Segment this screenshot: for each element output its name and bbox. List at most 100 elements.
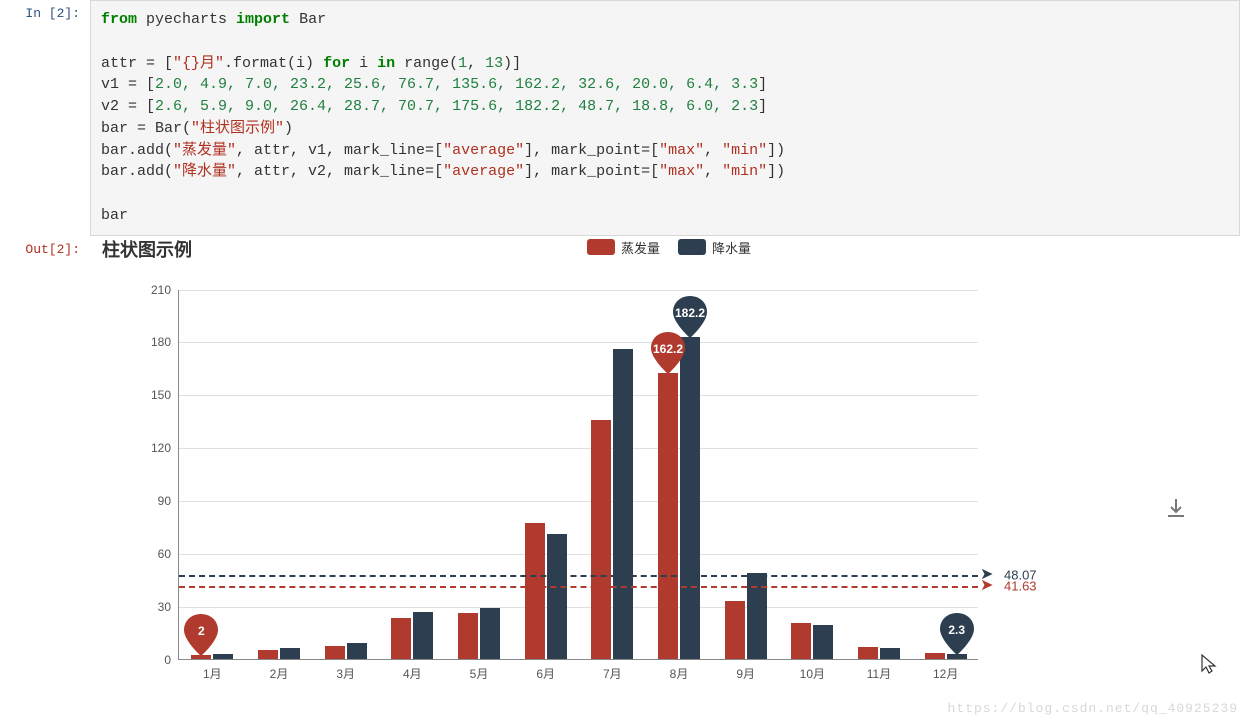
bar-group [258,648,300,658]
bar-series2[interactable] [613,349,633,658]
bar-series2[interactable] [680,337,700,658]
bar-group [591,349,633,658]
code-text: , attr, v2, mark_line=[ [236,163,443,180]
string-literal: "{}月" [173,55,224,72]
legend-swatch-blue [678,239,706,255]
bar-series1[interactable] [325,646,345,658]
code-text: v1 = [ [101,76,155,93]
bar-series2[interactable] [880,648,900,659]
grid-line [179,554,978,555]
legend-swatch-red [587,239,615,255]
bar-series1[interactable] [658,373,678,659]
chart-title: 柱状图示例 [102,236,192,262]
code-text: range( [395,55,458,72]
bar-group [725,573,767,659]
x-tick-label: 6月 [536,665,555,682]
bar-series1[interactable] [591,420,611,659]
string-literal: "average" [443,142,524,159]
code-text: , [467,55,485,72]
bar-series2[interactable] [280,648,300,658]
grid-line [179,607,978,608]
watermark: https://blog.csdn.net/qq_40925239 [948,701,1238,716]
code-text: bar.add( [101,163,173,180]
y-tick-label: 150 [151,388,171,402]
x-tick-label: 11月 [867,665,891,682]
string-literal: "降水量" [173,163,236,180]
x-tick-label: 12月 [933,665,958,682]
kw-in: in [377,55,395,72]
output-cell: Out[2]: 柱状图示例 蒸发量 降水量 030609012015018021… [0,236,1248,720]
code-text: attr = [ [101,55,173,72]
code-text: , attr, v1, mark_line=[ [236,142,443,159]
x-tick-label: 10月 [800,665,825,682]
code-text: , [704,163,722,180]
bar-series2[interactable] [747,573,767,659]
kw-import: import [236,11,290,28]
bar-group [525,523,567,658]
bar-series2[interactable] [480,608,500,659]
in-prompt: In [2]: [0,0,90,21]
code-text: ]) [767,163,785,180]
chart[interactable]: 03060901201501802101月2月3月4月5月6月7月8月9月10月… [98,280,1098,700]
code-text: ]) [767,142,785,159]
y-tick-label: 210 [151,283,171,297]
bar-group [858,647,900,658]
bar-series2[interactable] [347,643,367,659]
legend-label: 降水量 [712,238,751,257]
bar-series1[interactable] [391,618,411,659]
code-text: ) [284,120,293,137]
bar-series1[interactable] [791,623,811,658]
string-literal: "蒸发量" [173,142,236,159]
string-literal: "min" [722,142,767,159]
string-literal: "max" [659,142,704,159]
code-text: , [704,142,722,159]
bar-series2[interactable] [547,534,567,659]
num-list: 2.0, 4.9, 7.0, 23.2, 25.6, 76.7, 135.6, … [155,76,758,93]
x-tick-label: 4月 [403,665,422,682]
code-text: .format(i) [224,55,323,72]
legend-item-s2[interactable]: 降水量 [678,238,751,257]
average-line [179,575,978,577]
string-literal: "max" [659,163,704,180]
grid-line [179,342,978,343]
x-tick-label: 3月 [336,665,355,682]
average-line [179,586,978,588]
kw-for: for [323,55,350,72]
mark-point-min-blue[interactable]: 2.3 [940,613,974,655]
bar-group [658,337,700,658]
bar-series1[interactable] [725,601,745,658]
y-tick-label: 60 [158,547,171,561]
code-text: ], mark_point=[ [524,163,659,180]
y-tick-label: 180 [151,335,171,349]
download-icon[interactable] [1164,496,1188,520]
bar-group [391,612,433,659]
code-text: ] [758,98,767,115]
mark-point-max-blue[interactable]: 182.2 [673,296,707,338]
code-text: bar [101,207,128,224]
output-area: 柱状图示例 蒸发量 降水量 03060901201501802101月2月3月4… [90,236,1248,720]
mark-point-min-red[interactable]: 2 [184,614,218,656]
grid-line [179,290,978,291]
legend-item-s1[interactable]: 蒸发量 [587,238,660,257]
import-name: Bar [290,11,326,28]
num-literal: 1 [458,55,467,72]
y-tick-label: 0 [164,653,171,667]
bar-series1[interactable] [258,650,278,659]
y-tick-label: 120 [151,441,171,455]
string-literal: "min" [722,163,767,180]
bar-group [791,623,833,658]
bar-series1[interactable] [525,523,545,658]
bar-series1[interactable] [458,613,478,658]
bar-series2[interactable] [813,625,833,658]
code-text: ], mark_point=[ [524,142,659,159]
bar-series1[interactable] [858,647,878,658]
string-literal: "柱状图示例" [191,120,284,137]
string-literal: "average" [443,163,524,180]
code-text: )] [503,55,521,72]
input-cell: In [2]: from pyecharts import Bar attr =… [0,0,1248,236]
bar-series2[interactable] [413,612,433,659]
code-text: i [350,55,377,72]
code-text: bar = Bar( [101,120,191,137]
out-prompt: Out[2]: [0,236,90,257]
code-area[interactable]: from pyecharts import Bar attr = ["{}月".… [90,0,1240,236]
